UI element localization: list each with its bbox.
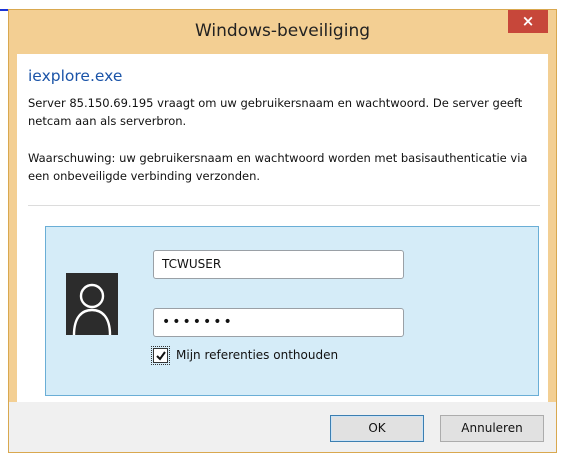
password-input[interactable]: ••••••• bbox=[153, 308, 404, 337]
close-button[interactable]: × bbox=[508, 10, 548, 33]
remember-label: Mijn referenties onthouden bbox=[176, 348, 339, 362]
title-bar[interactable]: Windows-beveiliging × bbox=[9, 10, 556, 54]
credential-dialog: Windows-beveiliging × iexplore.exe Serve… bbox=[8, 9, 557, 453]
credential-panel: TCWUSER ••••••• Mijn referenties onthoud… bbox=[45, 226, 539, 396]
remember-checkbox[interactable] bbox=[151, 346, 170, 365]
checkmark-icon bbox=[156, 351, 166, 361]
cancel-button[interactable]: Annuleren bbox=[440, 415, 544, 442]
security-warning: Waarschuwing: uw gebruikersnaam en wacht… bbox=[28, 151, 528, 183]
ok-button[interactable]: OK bbox=[330, 415, 424, 442]
user-avatar-icon bbox=[66, 273, 118, 335]
username-input[interactable]: TCWUSER bbox=[153, 250, 404, 279]
app-name: iexplore.exe bbox=[28, 67, 123, 85]
divider bbox=[28, 205, 540, 206]
server-message: Server 85.150.69.195 vraagt om uw gebrui… bbox=[28, 96, 523, 128]
dialog-title: Windows-beveiliging bbox=[194, 21, 371, 41]
button-bar: OK Annuleren bbox=[9, 402, 556, 452]
dialog-content: iexplore.exe Server 85.150.69.195 vraagt… bbox=[17, 54, 548, 402]
